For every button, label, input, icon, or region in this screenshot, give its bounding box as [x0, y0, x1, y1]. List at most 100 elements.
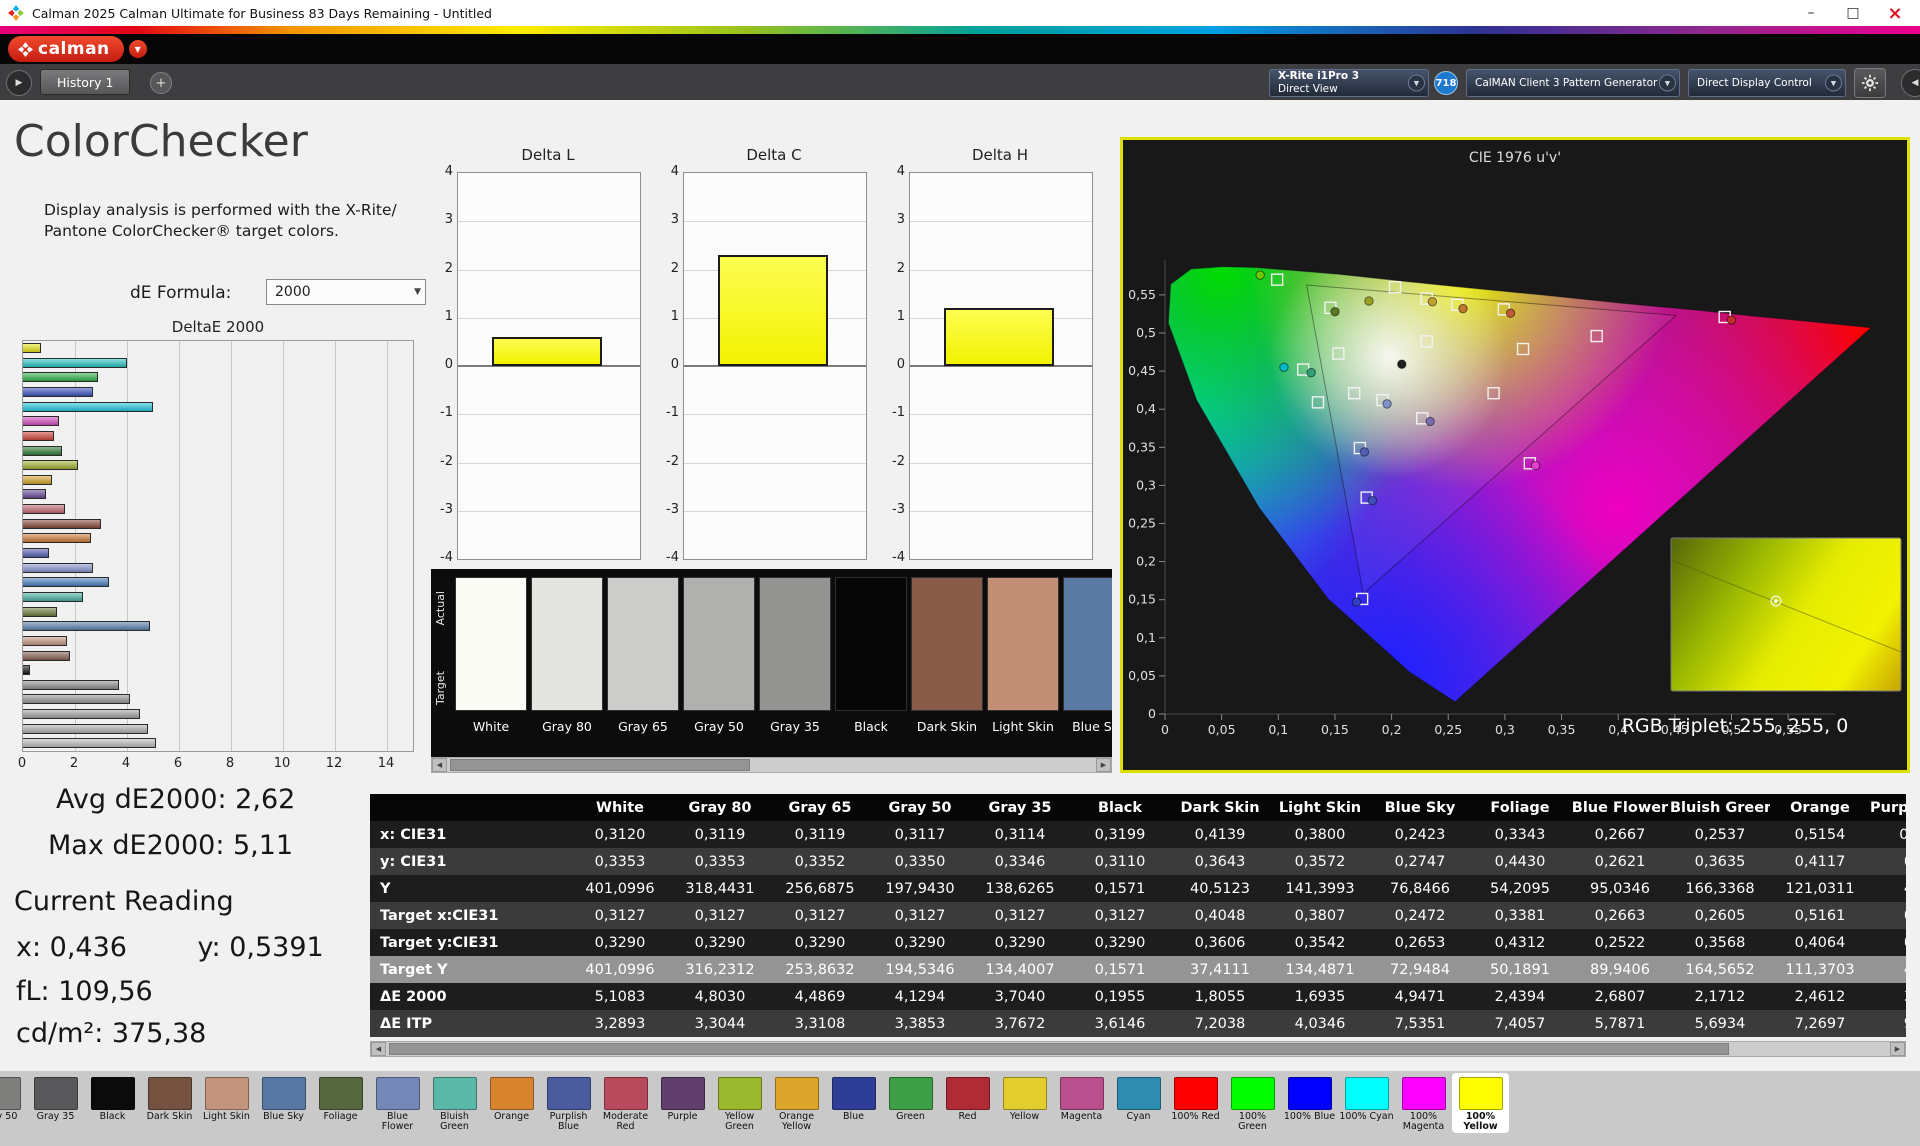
grid-line — [458, 414, 640, 415]
patch-item[interactable]: Green — [882, 1073, 939, 1133]
scroll-left-icon[interactable]: ◀ — [432, 758, 447, 772]
patch-label: Blue — [826, 1112, 881, 1122]
add-tab-button[interactable]: + — [150, 72, 172, 94]
patch-item[interactable]: Moderate Red — [597, 1073, 654, 1133]
column-header: Blue Flower — [1570, 800, 1670, 816]
column-header: Gray 35 — [970, 800, 1070, 816]
table-cell: 2,4394 — [1470, 989, 1570, 1005]
grid-line — [458, 511, 640, 512]
settings-button[interactable] — [1854, 68, 1886, 98]
column-header: Orange — [1770, 800, 1870, 816]
de-formula-select[interactable]: 2000 ▼ — [266, 279, 426, 305]
patch-item[interactable]: Foliage — [312, 1073, 369, 1133]
table-cell: 3,3044 — [670, 1016, 770, 1032]
chevron-down-icon[interactable]: ▼ — [1825, 75, 1842, 92]
patch-item[interactable]: 100% Red — [1167, 1073, 1224, 1133]
scroll-right-icon[interactable]: ▶ — [1890, 1042, 1905, 1056]
patch-label: Orange — [484, 1112, 539, 1122]
column-header: Black — [1070, 800, 1170, 816]
table-cell: 0,2621 — [1570, 854, 1670, 870]
patch-label: Black — [85, 1112, 140, 1122]
meter-dropdown[interactable]: X-Rite i1Pro 3 Direct View ▼ — [1269, 69, 1429, 97]
patch-item[interactable]: Yellow Green — [711, 1073, 768, 1133]
patch-item[interactable]: Orange — [483, 1073, 540, 1133]
patch-item[interactable]: Blue Sky — [255, 1073, 312, 1133]
column-header: Light Skin — [1270, 800, 1370, 816]
display-control-dropdown[interactable]: Direct Display Control ▼ — [1688, 69, 1846, 97]
row-header: x: CIE31 — [370, 827, 570, 843]
patch-item[interactable]: Dark Skin — [141, 1073, 198, 1133]
table-cell: 0,3568 — [1670, 935, 1770, 951]
grid-line — [458, 221, 640, 222]
x-tick-label: 14 — [378, 756, 395, 771]
patch-item[interactable]: 100% Blue — [1281, 1073, 1338, 1133]
de-bar — [23, 446, 62, 456]
chevron-down-icon[interactable]: ▼ — [1659, 75, 1676, 92]
patch-item[interactable]: Purple — [654, 1073, 711, 1133]
tab-history-1[interactable]: History 1 — [40, 69, 130, 95]
patch-swatch — [832, 1077, 876, 1110]
patch-item[interactable]: Cyan — [1110, 1073, 1167, 1133]
pattern-generator-dropdown[interactable]: CalMAN Client 3 Pattern Generator ▼ — [1466, 69, 1680, 97]
table-cell: 0,2663 — [1570, 908, 1670, 924]
calman-menu-button[interactable]: calman — [8, 36, 124, 62]
measured-point-marker — [1307, 368, 1315, 376]
scrollbar-thumb[interactable] — [389, 1043, 1729, 1055]
chevron-down-icon[interactable]: ▼ — [1408, 75, 1425, 92]
patch-item-selected[interactable]: 100% Yellow — [1452, 1073, 1509, 1133]
patch-item[interactable]: 100% Cyan — [1338, 1073, 1395, 1133]
patch-item[interactable]: Bluish Green — [426, 1073, 483, 1133]
calman-logo-icon — [8, 5, 24, 21]
row-header: Target y:CIE31 — [370, 935, 570, 951]
patch-label: 100% Cyan — [1339, 1112, 1394, 1122]
calman-menu-chevron-icon[interactable]: ▼ — [129, 40, 147, 58]
table-cell: 0,3343 — [1470, 827, 1570, 843]
table-cell: 0,3643 — [1170, 854, 1270, 870]
patch-item[interactable]: Gray 35 — [27, 1073, 84, 1133]
scrollbar-thumb[interactable] — [450, 759, 750, 771]
table-cell: 0,3117 — [870, 827, 970, 843]
de-bar — [23, 475, 52, 485]
x-tick-label: 0,25 — [1434, 722, 1462, 737]
cie-diagram-panel[interactable]: CIE 1976 u'v'00,050,10,150,20,250,30,350… — [1120, 137, 1910, 773]
swatch-scrollbar[interactable]: ◀ ▶ — [431, 757, 1112, 773]
patch-item[interactable]: Blue — [825, 1073, 882, 1133]
table-cell: 0,4048 — [1170, 908, 1270, 924]
patch-item[interactable]: Blue Flower — [369, 1073, 426, 1133]
patch-label: Blue Sky — [256, 1112, 311, 1122]
table-cell: 0,3127 — [770, 908, 870, 924]
table-scrollbar[interactable]: ◀ ▶ — [370, 1041, 1906, 1057]
calman-logo-mark-icon — [18, 42, 33, 57]
scroll-right-icon[interactable]: ▶ — [1096, 758, 1111, 772]
x-tick-label: 0,2 — [1382, 722, 1402, 737]
patch-item[interactable]: Purplish Blue — [540, 1073, 597, 1133]
de-bar — [23, 563, 93, 573]
patch-item[interactable]: Red — [939, 1073, 996, 1133]
patch-item[interactable]: Orange Yellow — [768, 1073, 825, 1133]
nav-right-button[interactable]: ◀ — [1901, 69, 1920, 97]
column-header: Bluish Green — [1670, 800, 1770, 816]
patch-item[interactable]: Magenta — [1053, 1073, 1110, 1133]
reading-x: x: 0,436 — [16, 932, 127, 963]
table-cell: 0,3807 — [1270, 908, 1370, 924]
table-cell: 0,3127 — [670, 908, 770, 924]
nav-left-button[interactable]: ▶ — [6, 70, 32, 96]
patch-item[interactable]: Yellow — [996, 1073, 1053, 1133]
close-button[interactable]: × — [1874, 0, 1916, 26]
grid-line — [910, 270, 1092, 271]
y-tick-label: 0,5 — [1136, 325, 1156, 340]
patch-item[interactable]: 100% Magenta — [1395, 1073, 1452, 1133]
maximize-button[interactable]: □ — [1832, 0, 1874, 26]
patch-item[interactable]: Black — [84, 1073, 141, 1133]
table-cell: 0,2667 — [1570, 827, 1670, 843]
table-cell: 4,4869 — [770, 989, 870, 1005]
scroll-left-icon[interactable]: ◀ — [371, 1042, 386, 1056]
patch-item[interactable]: Gray 50 — [0, 1073, 27, 1133]
patch-item[interactable]: 100% Green — [1224, 1073, 1281, 1133]
y-tick-label: -4 — [429, 550, 453, 565]
minimize-button[interactable]: – — [1790, 0, 1832, 26]
de-bar — [23, 402, 153, 412]
patch-item[interactable]: Light Skin — [198, 1073, 255, 1133]
patch-label: Bluish Green — [427, 1112, 482, 1133]
reading-cd: cd/m²: 375,38 — [16, 1018, 206, 1049]
